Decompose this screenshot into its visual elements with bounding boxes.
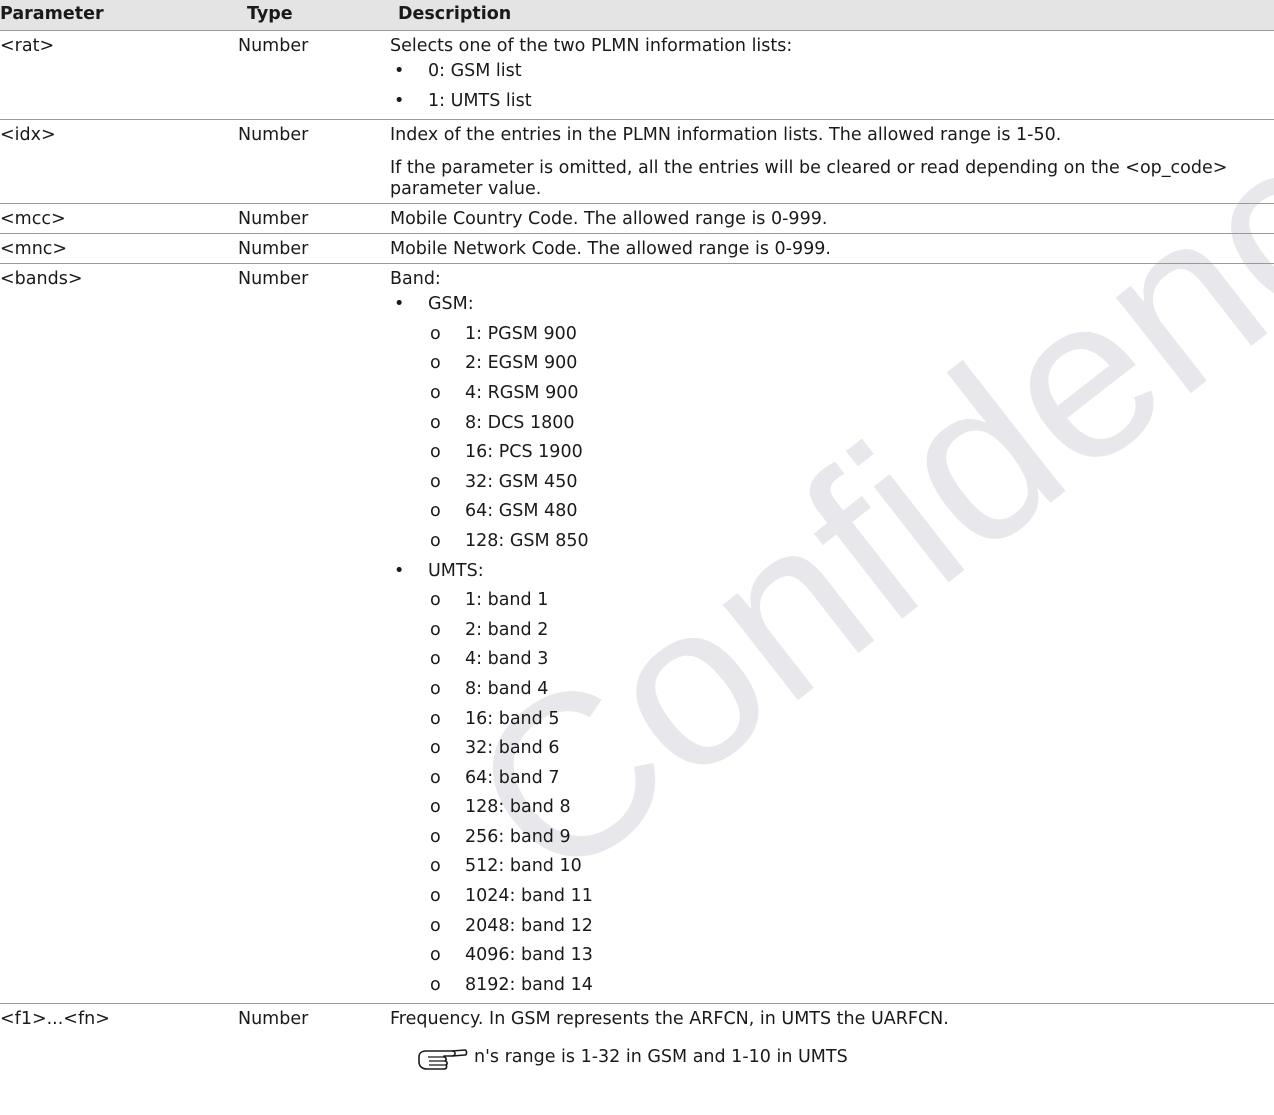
description-text-2: If the parameter is omitted, all the ent…	[390, 158, 1228, 200]
list-item: o 128: band 8	[430, 797, 571, 818]
list-item-umts: • UMTS: o 1: band 1 o 2: band 2 o 4: band 3…	[390, 557, 1274, 1001]
list-item: o 64: GSM 480	[430, 501, 578, 522]
param-type: Number	[237, 30, 388, 121]
list-item: o 16: PCS 1900	[430, 442, 583, 463]
table-row-mnc: <mnc> Number Mobile Network Code. The al…	[0, 233, 1274, 265]
table-row-rat: <rat> Number Selects one of the two PLMN…	[0, 30, 1274, 121]
list-item: o 1024: band 11	[430, 886, 593, 907]
list-item: o 64: band 7	[430, 767, 560, 788]
param-name: <f1>...<fn>	[0, 1009, 110, 1030]
list-item: o 32: GSM 450	[430, 471, 578, 492]
table-header-row: Parameter Type Description	[0, 0, 1274, 31]
param-description: Mobile Country Code. The allowed range i…	[388, 203, 1274, 235]
list-item: o 512: band 10	[430, 856, 582, 877]
param-name: <mcc>	[0, 203, 237, 235]
param-type: Number	[238, 1009, 309, 1030]
bands-list: • GSM: o 1: PGSM 900 o 2: EGSM 900 o 4: RGS…	[390, 290, 1274, 1000]
list-item: • 0: GSM list	[394, 61, 522, 81]
list-item: o 2: EGSM 900	[430, 353, 578, 374]
param-description: Index of the entries in the PLMN informa…	[388, 119, 1274, 205]
description-text: Band:	[390, 269, 441, 290]
list-item: o 8: band 4	[430, 678, 549, 699]
list-item: o 32: band 6	[430, 738, 560, 759]
param-description: Frequency. In GSM represents the ARFCN, …	[388, 1004, 1274, 1074]
table-row-bands: <bands> Number Band: • GSM: o 1: PGSM 900…	[0, 263, 1274, 1005]
note: n's range is 1-32 in GSM and 1-10 in UMT…	[390, 1044, 1274, 1072]
description-text: Index of the entries in the PLMN informa…	[390, 125, 1062, 146]
gsm-band-list: o 1: PGSM 900 o 2: EGSM 900 o 4: RGSM 900 o…	[428, 320, 1274, 557]
rat-options-list: • 0: GSM list • 1: UMTS list	[390, 57, 1274, 116]
list-item: o 8192: band 14	[430, 974, 593, 995]
table-row-mcc: <mcc> Number Mobile Country Code. The al…	[0, 203, 1274, 235]
list-item: o 1: PGSM 900	[430, 323, 577, 344]
param-name: <bands>	[0, 263, 237, 1005]
list-item: o 128: GSM 850	[430, 530, 589, 551]
header-type: Type	[237, 0, 388, 31]
table-row-frequency: <f1>...<fn> Number Frequency. In GSM rep…	[0, 1004, 1274, 1074]
list-item: o 2048: band 12	[430, 915, 593, 936]
list-item: o 16: band 5	[430, 708, 560, 729]
list-item: o 256: band 9	[430, 826, 571, 847]
list-item: • 1: UMTS list	[394, 90, 532, 111]
param-type: Number	[237, 203, 388, 235]
description-text: Selects one of the two PLMN information …	[390, 36, 793, 56]
pointing-hand-icon	[416, 1046, 468, 1072]
param-name: <idx>	[0, 119, 237, 205]
list-item: o 4: band 3	[430, 649, 549, 670]
param-type: Number	[237, 233, 388, 265]
umts-label: UMTS:	[428, 560, 484, 581]
table-row-idx: <idx> Number Index of the entries in the…	[0, 119, 1274, 205]
param-description: Selects one of the two PLMN information …	[388, 30, 1274, 121]
list-item: o 4096: band 13	[430, 945, 593, 966]
gsm-label: GSM:	[428, 294, 474, 315]
umts-band-list: o 1: band 1 o 2: band 2 o 4: band 3 o 8: ban…	[428, 586, 1274, 1000]
list-item: o 8: DCS 1800	[430, 412, 575, 433]
param-description: Band: • GSM: o 1: PGSM 900 o 2: EGSM 900 o…	[388, 263, 1274, 1005]
param-name: <mnc>	[0, 233, 237, 265]
list-item: o 4: RGSM 900	[430, 382, 579, 403]
list-item: o 1: band 1	[430, 590, 549, 611]
header-parameter: Parameter	[0, 0, 237, 31]
param-name: <rat>	[0, 30, 237, 121]
header-description: Description	[388, 0, 1274, 31]
param-description: Mobile Network Code. The allowed range i…	[388, 233, 1274, 265]
parameter-table: Parameter Type Description <rat> Number …	[0, 0, 1274, 1073]
list-item: o 2: band 2	[430, 619, 549, 640]
param-type: Number	[237, 119, 388, 205]
parameter-table-container: Parameter Type Description <rat> Number …	[0, 0, 1274, 1073]
note-text: n's range is 1-32 in GSM and 1-10 in UMT…	[474, 1047, 848, 1068]
description-text: Frequency. In GSM represents the ARFCN, …	[390, 1009, 949, 1030]
list-item-gsm: • GSM: o 1: PGSM 900 o 2: EGSM 900 o 4: RGS…	[390, 290, 1274, 556]
param-type: Number	[237, 263, 388, 1005]
